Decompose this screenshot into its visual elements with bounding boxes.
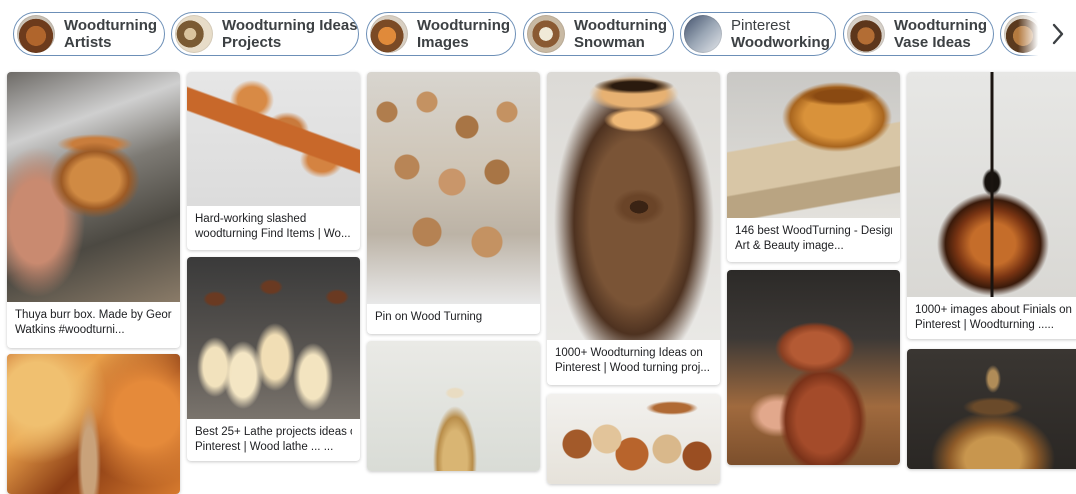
chip-thumbnail xyxy=(527,15,565,53)
result-card-pin-on-wood-turning[interactable]: Pin on Wood Turning xyxy=(367,72,540,334)
caption-line: Pinterest | Wood lathe ... ... xyxy=(195,441,334,453)
caption-line: woodturning Find Items | Wo... xyxy=(195,228,351,240)
result-caption: Hard-working slashed woodturning Find It… xyxy=(187,206,360,250)
result-image xyxy=(7,72,180,302)
caption-line: Art & Beauty image... xyxy=(735,240,844,252)
chip-label-line2: Woodworking xyxy=(731,34,830,51)
caption-line: Pin on Wood Turning xyxy=(375,311,483,323)
result-card-lathe-snowmen[interactable]: Best 25+ Lathe projects ideas on Pintere… xyxy=(187,257,360,461)
result-image xyxy=(727,270,900,465)
chip-label-line1: Woodturning xyxy=(417,17,511,34)
chip-label-line1: Woodturning Ideas xyxy=(222,17,358,34)
chip-thumbnail xyxy=(17,15,55,53)
chip-label: Woodturning Ideas Projects xyxy=(222,17,358,51)
caption-line: Watkins #woodturni... xyxy=(15,324,125,336)
chip-label-line2: Artists xyxy=(64,34,112,51)
result-image xyxy=(907,349,1076,469)
caption-line: Thuya burr box. Made by George xyxy=(15,309,172,321)
chip-label-line1: Woodturning xyxy=(894,17,988,34)
chip-label: Woodturning Artists xyxy=(64,17,157,51)
caption-line: Best 25+ Lathe projects ideas on xyxy=(195,426,352,438)
result-image xyxy=(547,394,720,484)
result-image xyxy=(367,341,540,471)
chip-woodturning-images[interactable]: Woodturning Images xyxy=(366,12,516,56)
result-caption: Best 25+ Lathe projects ideas on Pintere… xyxy=(187,419,360,461)
chip-thumbnail xyxy=(175,15,213,53)
chip-label: Pinterest Woodworking xyxy=(731,17,830,51)
related-searches-bar: Woodturning Artists Woodturning Ideas Pr… xyxy=(0,0,1076,66)
result-card-carved-vessel[interactable] xyxy=(727,270,900,465)
chip-woodturning-snowman[interactable]: Woodturning Snowman xyxy=(523,12,674,56)
result-caption: Pin on Wood Turning xyxy=(367,304,540,334)
result-image xyxy=(907,72,1076,297)
chip-label-line1: Woodturning xyxy=(64,17,158,34)
chip-label-line1: Woodturning xyxy=(574,17,668,34)
caption-line: 1000+ images about Finials on xyxy=(915,304,1072,316)
chip-woodturning-artists[interactable]: Woodturning Artists xyxy=(13,12,165,56)
caption-line: 1000+ Woodturning Ideas on xyxy=(555,347,703,359)
chip-label: Woodturning Images xyxy=(417,17,510,51)
caption-line: Hard-working slashed xyxy=(195,213,307,225)
result-caption: 1000+ Woodturning Ideas on Pinterest | W… xyxy=(547,340,720,385)
chip-label-line2: Projects xyxy=(222,34,282,51)
chip-label-line2: Snowman xyxy=(574,34,645,51)
caption-line: Pinterest | Woodturning ..... xyxy=(915,319,1054,331)
chip-label: Woodturning Vase Ideas xyxy=(894,17,987,51)
chip-next-button[interactable] xyxy=(1040,14,1076,54)
result-card-toothpick-vase[interactable] xyxy=(367,341,540,471)
result-image xyxy=(727,72,900,218)
result-image xyxy=(367,72,540,304)
result-card-finial[interactable] xyxy=(7,354,180,494)
result-image xyxy=(7,354,180,494)
chip-thumbnail xyxy=(684,15,722,53)
chip-woodturning-vase-ideas[interactable]: Woodturning Vase Ideas xyxy=(843,12,994,56)
chip-pinterest-woodworking[interactable]: Pinterest Woodworking xyxy=(680,12,836,56)
result-image xyxy=(187,257,360,419)
result-card-apples[interactable] xyxy=(547,394,720,484)
result-caption: 1000+ images about Finials on Pinterest … xyxy=(907,297,1076,339)
chevron-right-icon xyxy=(1052,23,1064,45)
result-card-finial-vessel[interactable]: 1000+ images about Finials on Pinterest … xyxy=(907,72,1076,339)
result-card-slashed-woodturning[interactable]: Hard-working slashed woodturning Find It… xyxy=(187,72,360,250)
result-card-walnut-vase[interactable]: 1000+ Woodturning Ideas on Pinterest | W… xyxy=(547,72,720,385)
result-caption: Thuya burr box. Made by George Watkins #… xyxy=(7,302,180,348)
result-image xyxy=(547,72,720,340)
caption-line: 146 best WoodTurning - Design , xyxy=(735,225,892,237)
chip-label-line2: Images xyxy=(417,34,469,51)
result-caption: 146 best WoodTurning - Design , Art & Be… xyxy=(727,218,900,262)
chip-label-line2: Vase Ideas xyxy=(894,34,971,51)
chip-label-line1: Pinterest xyxy=(731,17,791,34)
result-card-live-edge-bowl[interactable]: 146 best WoodTurning - Design , Art & Be… xyxy=(727,72,900,262)
caption-line: Pinterest | Wood turning proj... xyxy=(555,362,710,374)
result-card-lidded-box[interactable] xyxy=(907,349,1076,469)
result-card-thuya-burr-box[interactable]: Thuya burr box. Made by George Watkins #… xyxy=(7,72,180,348)
chip-thumbnail xyxy=(370,15,408,53)
chip-label: Woodturning Snowman xyxy=(574,17,667,51)
chip-woodturning-ideas-projects[interactable]: Woodturning Ideas Projects xyxy=(171,12,359,56)
result-image xyxy=(187,72,360,206)
chip-thumbnail xyxy=(847,15,885,53)
